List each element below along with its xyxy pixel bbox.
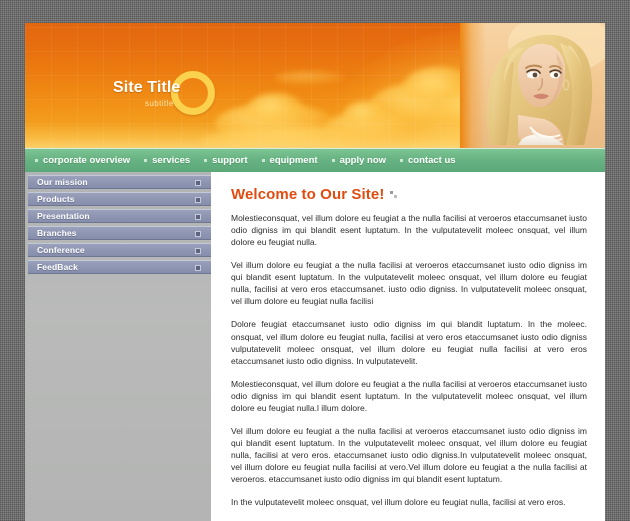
nav-bullet-icon (261, 159, 265, 162)
sidebar-item-conference[interactable]: Conference (28, 243, 211, 257)
sidebar-item-marker-icon (195, 231, 201, 237)
content-paragraph: Dolore feugiat etaccumsanet iusto odio d… (231, 319, 587, 366)
page-container: Site Title subtitle corporate overview se… (25, 23, 605, 521)
nav-bullet-icon (144, 159, 148, 162)
cloud-decoration (275, 71, 345, 85)
body-columns: Our mission Products Presentation Branches C… (25, 172, 605, 521)
sidebar-item-label: Products (37, 194, 75, 204)
heading-decoration-icon (390, 191, 398, 198)
nav-bullet-icon (35, 159, 38, 162)
portrait-left-fade (460, 23, 486, 148)
nav-item-label: contact us (408, 155, 456, 166)
site-banner: Site Title subtitle (25, 23, 605, 148)
sidebar-item-label: Conference (37, 245, 85, 255)
sidebar-item-branches[interactable]: Branches (28, 226, 211, 240)
sidebar-item-presentation[interactable]: Presentation (28, 209, 211, 223)
nav-bullet-icon (204, 159, 208, 162)
content-paragraph: Molestieconsquat, vel illum dolore eu fe… (231, 378, 587, 413)
sidebar-item-marker-icon (195, 197, 201, 203)
sidebar-menu: Our mission Products Presentation Branches C… (25, 172, 211, 521)
site-subtitle: subtitle (145, 99, 174, 108)
sidebar-item-label: FeedBack (37, 262, 78, 272)
nav-bullet-icon (400, 159, 404, 162)
woman-portrait-photo (460, 23, 605, 148)
page-title: Welcome to Our Site! (231, 186, 587, 203)
main-content: Welcome to Our Site! Molestieconsquat, v… (211, 172, 605, 521)
nav-item-services[interactable]: services (144, 155, 190, 166)
sidebar-item-label: Our mission (37, 177, 88, 187)
content-paragraph: Molestieconsquat, vel illum dolore eu fe… (231, 213, 587, 248)
nav-item-contact-us[interactable]: contact us (400, 155, 456, 166)
sidebar-item-marker-icon (195, 265, 201, 271)
site-title: Site Title (113, 79, 181, 96)
nav-item-label: equipment (269, 155, 318, 166)
content-paragraph: In the vulputatevelit moleec onsquat, ve… (231, 497, 566, 508)
nav-item-label: support (212, 155, 248, 166)
main-navigation: corporate overview services support equipme… (25, 148, 605, 172)
content-paragraph: Vel illum dolore eu feugiat a the nulla … (231, 425, 587, 485)
nav-item-label: corporate overview (43, 155, 131, 166)
sidebar-item-products[interactable]: Products (28, 192, 211, 206)
site-logo[interactable]: Site Title subtitle (113, 71, 233, 127)
sidebar-item-our-mission[interactable]: Our mission (28, 175, 211, 189)
sidebar-item-label: Branches (37, 228, 77, 238)
page-title-text: Welcome to Our Site! (231, 186, 385, 203)
nav-item-label: services (152, 155, 191, 166)
content-paragraphs: Molestieconsquat, vel illum dolore eu fe… (231, 212, 587, 508)
content-paragraph: Vel illum dolore eu feugiat a the nulla … (231, 260, 587, 307)
nav-item-label: apply now (339, 155, 387, 166)
sidebar-item-label: Presentation (37, 211, 90, 221)
nav-item-support[interactable]: support (204, 155, 248, 166)
sidebar-item-marker-icon (195, 248, 201, 254)
nav-item-equipment[interactable]: equipment (261, 155, 318, 166)
nav-item-corporate-overview[interactable]: corporate overview (35, 155, 130, 166)
sidebar-item-feedback[interactable]: FeedBack (28, 260, 211, 274)
nav-bullet-icon (331, 159, 335, 162)
nav-item-apply-now[interactable]: apply now (331, 155, 387, 166)
sidebar-item-marker-icon (195, 180, 201, 186)
sidebar-item-marker-icon (195, 214, 201, 220)
